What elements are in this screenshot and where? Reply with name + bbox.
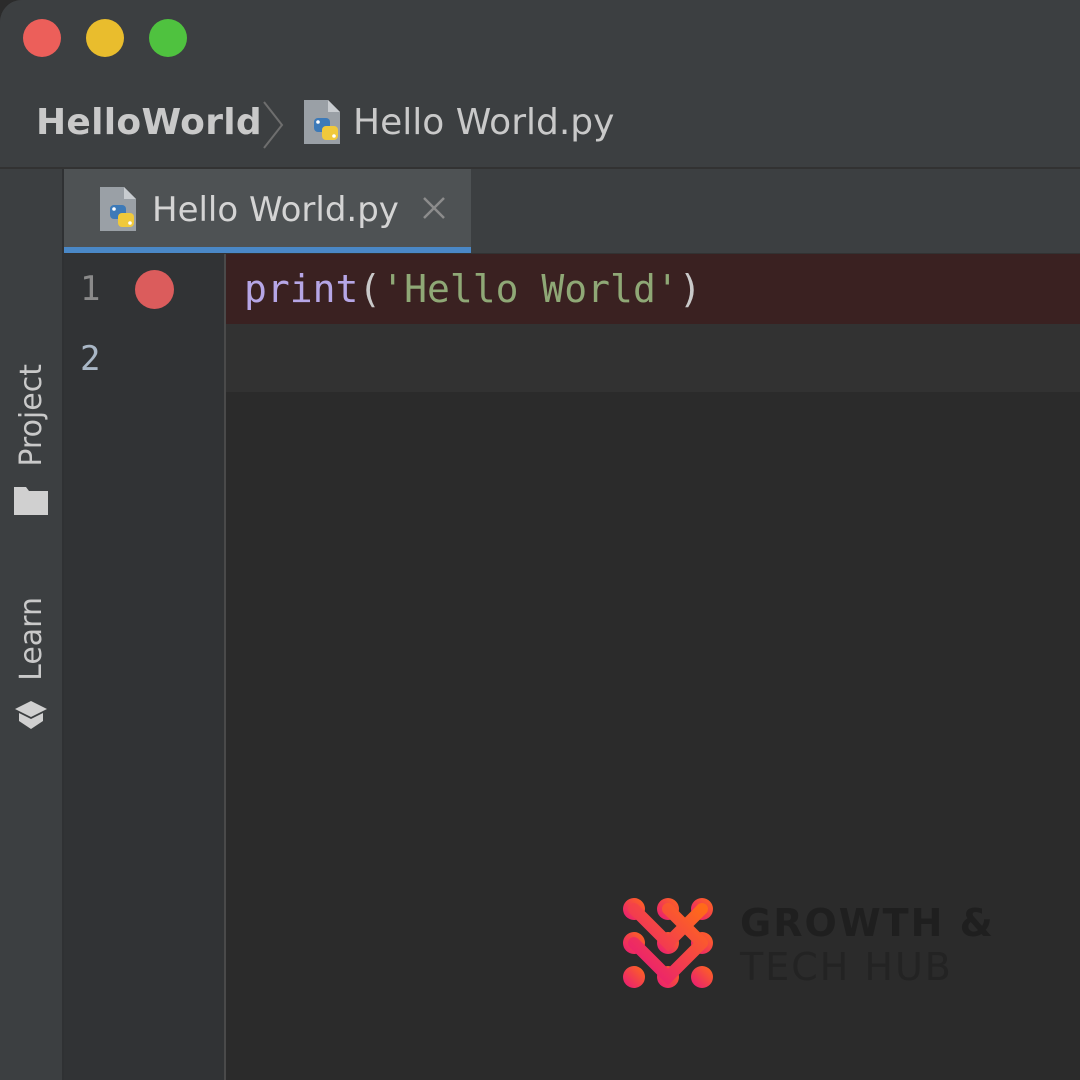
title-bar: [0, 0, 1080, 80]
learn-tool-button[interactable]: Learn: [0, 597, 62, 731]
graduation-cap-icon: [15, 700, 47, 729]
folder-icon: [14, 486, 48, 515]
tab-hello-world-py[interactable]: Hello World.py: [64, 169, 471, 253]
active-tab-indicator: [64, 247, 471, 253]
close-window-button[interactable]: [23, 19, 61, 57]
project-tool-label: Project: [13, 364, 49, 467]
chevron-right-icon: [263, 101, 284, 149]
breakpoint-icon[interactable]: [135, 270, 174, 309]
breadcrumb-project[interactable]: HelloWorld: [36, 98, 262, 148]
logo-text-line1: GROWTH &: [740, 901, 995, 945]
navigation-bar: HelloWorld Hello World.py: [0, 80, 1080, 169]
ide-window: HelloWorld Hello World.py Project Learn: [0, 0, 1080, 1080]
maximize-window-button[interactable]: [149, 19, 187, 57]
left-tool-strip: Project Learn: [0, 169, 64, 1080]
minimize-window-button[interactable]: [86, 19, 124, 57]
builtin-token: print: [244, 267, 359, 311]
paren-token: (: [358, 267, 382, 311]
project-tool-button[interactable]: Project: [0, 364, 62, 515]
editor-tab-bar: Hello World.py: [64, 169, 1080, 254]
editor-gutter[interactable]: 1 2: [64, 254, 226, 1080]
python-file-icon: [100, 187, 136, 231]
code-line-breakpoint[interactable]: print('Hello World'): [226, 254, 1080, 324]
code-line-current[interactable]: [226, 324, 1080, 392]
python-file-icon: [304, 100, 340, 144]
close-icon[interactable]: [419, 193, 449, 223]
line-number: 2: [80, 339, 101, 379]
tab-label: Hello World.py: [152, 190, 399, 230]
string-token: 'Hello World': [381, 267, 679, 311]
learn-tool-label: Learn: [13, 597, 49, 681]
logo-mark-icon: [623, 898, 713, 988]
line-number: 1: [80, 269, 101, 309]
logo-text-line2: TECH HUB: [740, 945, 953, 989]
paren-token: ): [678, 267, 702, 311]
breadcrumb-file[interactable]: Hello World.py: [353, 98, 614, 148]
watermark-logo: GROWTH & TECH HUB: [620, 895, 993, 995]
code-text: print('Hello World'): [244, 254, 702, 324]
